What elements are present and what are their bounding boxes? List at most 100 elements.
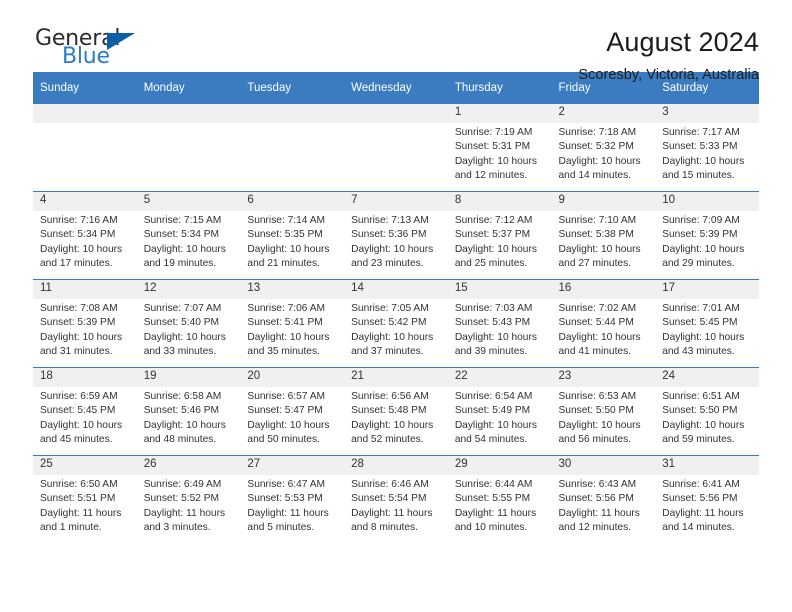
- calendar-day-cell[interactable]: 19 Sunrise: 6:58 AM Sunset: 5:46 PM Dayligh…: [136, 367, 241, 455]
- calendar-day-cell[interactable]: 14 Sunrise: 7:05 AM Sunset: 5:42 PM Dayligh…: [344, 279, 448, 367]
- day-detail-line: Daylight: 11 hours: [662, 507, 744, 519]
- calendar-day-cell[interactable]: 7 Sunrise: 7:13 AM Sunset: 5:36 PM Daylight…: [344, 191, 448, 279]
- calendar-day-cell[interactable]: 13 Sunrise: 7:06 AM Sunset: 5:41 PM Dayligh…: [240, 279, 345, 367]
- day-details: Sunrise: 7:12 AM Sunset: 5:37 PM Daylight:…: [448, 211, 552, 272]
- calendar-day-cell[interactable]: 11 Sunrise: 7:08 AM Sunset: 5:39 PM Dayligh…: [33, 279, 137, 367]
- day-details: Sunrise: 6:59 AM Sunset: 5:45 PM Daylight:…: [33, 387, 137, 448]
- day-details: Sunrise: 7:08 AM Sunset: 5:39 PM Daylight:…: [33, 299, 137, 360]
- day-detail-line: Daylight: 10 hours: [143, 243, 226, 255]
- calendar-week-row: 11 Sunrise: 7:08 AM Sunset: 5:39 PM Dayligh…: [33, 279, 759, 367]
- day-detail-line: Sunset: 5:50 PM: [662, 405, 738, 417]
- day-detail-line: and 39 minutes.: [454, 346, 528, 358]
- day-detail-line: Daylight: 10 hours: [454, 331, 537, 343]
- calendar-day-cell[interactable]: 10 Sunrise: 7:09 AM Sunset: 5:39 PM Dayligh…: [655, 191, 759, 279]
- day-detail-line: Sunrise: 6:58 AM: [143, 391, 222, 402]
- day-number: 23: [551, 368, 656, 387]
- day-detail-line: Sunset: 5:37 PM: [454, 229, 531, 241]
- day-detail-line: and 21 minutes.: [247, 258, 320, 270]
- day-detail-line: Daylight: 11 hours: [143, 507, 226, 519]
- day-detail-line: Daylight: 10 hours: [247, 419, 330, 431]
- calendar-day-cell[interactable]: 17 Sunrise: 7:01 AM Sunset: 5:45 PM Dayligh…: [655, 279, 759, 367]
- calendar-day-cell[interactable]: 5 Sunrise: 7:15 AM Sunset: 5:34 PM Daylight…: [136, 191, 241, 279]
- day-detail-line: Daylight: 10 hours: [662, 243, 745, 255]
- day-detail-line: Daylight: 10 hours: [558, 331, 641, 343]
- calendar-week-row: 25 Sunrise: 6:50 AM Sunset: 5:51 PM Dayligh…: [33, 455, 759, 543]
- calendar-day-cell[interactable]: 30 Sunrise: 6:43 AM Sunset: 5:56 PM Dayligh…: [551, 455, 656, 543]
- day-detail-line: Sunset: 5:36 PM: [351, 229, 427, 241]
- day-number: 9: [551, 192, 656, 211]
- calendar-day-cell[interactable]: 24 Sunrise: 6:51 AM Sunset: 5:50 PM Dayligh…: [655, 367, 759, 455]
- day-number: 10: [655, 192, 759, 211]
- day-detail-line: and 19 minutes.: [143, 258, 217, 270]
- day-detail-line: Sunrise: 7:08 AM: [40, 303, 118, 314]
- day-detail-line: Sunrise: 6:56 AM: [351, 391, 429, 402]
- calendar-week-row: 18 Sunrise: 6:59 AM Sunset: 5:45 PM Dayligh…: [33, 367, 759, 455]
- day-detail-line: Daylight: 10 hours: [454, 419, 537, 431]
- calendar-week-row: 1 Sunrise: 7:19 AM Sunset: 5:31 PM Daylight…: [33, 103, 759, 191]
- day-detail-line: Daylight: 11 hours: [558, 507, 640, 519]
- calendar-day-cell[interactable]: 31 Sunrise: 6:41 AM Sunset: 5:56 PM Dayligh…: [655, 455, 759, 543]
- day-details: Sunrise: 6:46 AM Sunset: 5:54 PM Daylight:…: [344, 475, 448, 536]
- day-detail-line: Sunrise: 6:59 AM: [40, 391, 118, 402]
- weekday-header-monday: Monday: [136, 72, 241, 103]
- calendar-day-cell[interactable]: 26 Sunrise: 6:49 AM Sunset: 5:52 PM Dayligh…: [136, 455, 241, 543]
- day-detail-line: Daylight: 10 hours: [247, 331, 330, 343]
- page-header: General Blue August 2024 Scoresby, Victo…: [33, 0, 759, 84]
- day-detail-line: Sunset: 5:39 PM: [40, 317, 116, 329]
- day-detail-line: and 35 minutes.: [247, 346, 320, 358]
- day-details: Sunrise: 7:16 AM Sunset: 5:34 PM Daylight:…: [33, 211, 137, 272]
- day-number: 19: [136, 368, 241, 387]
- day-number: 26: [136, 456, 241, 475]
- calendar-day-cell[interactable]: 6 Sunrise: 7:14 AM Sunset: 5:35 PM Daylight…: [240, 191, 345, 279]
- day-details: Sunrise: 6:51 AM Sunset: 5:50 PM Daylight:…: [655, 387, 759, 448]
- calendar-day-cell[interactable]: 25 Sunrise: 6:50 AM Sunset: 5:51 PM Dayligh…: [33, 455, 137, 543]
- calendar-day-cell[interactable]: 12 Sunrise: 7:07 AM Sunset: 5:40 PM Dayligh…: [136, 279, 241, 367]
- day-detail-line: and 56 minutes.: [558, 434, 632, 446]
- title-block: August 2024 Scoresby, Victoria, Australi…: [578, 28, 759, 84]
- calendar-day-cell[interactable]: 28 Sunrise: 6:46 AM Sunset: 5:54 PM Dayligh…: [344, 455, 448, 543]
- day-detail-line: and 41 minutes.: [558, 346, 632, 358]
- day-detail-line: Sunrise: 6:49 AM: [143, 479, 222, 490]
- day-detail-line: and 3 minutes.: [143, 522, 211, 534]
- calendar-day-cell[interactable]: 15 Sunrise: 7:03 AM Sunset: 5:43 PM Dayligh…: [447, 279, 552, 367]
- day-detail-line: Daylight: 10 hours: [351, 331, 434, 343]
- calendar-day-cell[interactable]: 18 Sunrise: 6:59 AM Sunset: 5:45 PM Dayligh…: [33, 367, 137, 455]
- calendar-day-cell[interactable]: 1 Sunrise: 7:19 AM Sunset: 5:31 PM Daylight…: [447, 103, 552, 191]
- day-number: 13: [240, 280, 345, 299]
- day-detail-line: and 27 minutes.: [558, 258, 632, 270]
- day-number: 30: [551, 456, 656, 475]
- calendar-day-cell[interactable]: 27 Sunrise: 6:47 AM Sunset: 5:53 PM Dayligh…: [240, 455, 345, 543]
- day-details: Sunrise: 7:03 AM Sunset: 5:43 PM Daylight:…: [448, 299, 552, 360]
- day-detail-line: Sunset: 5:50 PM: [558, 405, 634, 417]
- calendar-day-cell[interactable]: 21 Sunrise: 6:56 AM Sunset: 5:48 PM Dayligh…: [344, 367, 448, 455]
- page-subtitle: Scoresby, Victoria, Australia: [578, 67, 759, 84]
- day-detail-line: and 59 minutes.: [662, 434, 735, 446]
- calendar-day-cell[interactable]: 8 Sunrise: 7:12 AM Sunset: 5:37 PM Daylight…: [447, 191, 552, 279]
- day-detail-line: Sunset: 5:42 PM: [351, 317, 427, 329]
- day-detail-line: Sunset: 5:38 PM: [558, 229, 634, 241]
- calendar-day-cell[interactable]: 16 Sunrise: 7:02 AM Sunset: 5:44 PM Dayligh…: [551, 279, 656, 367]
- day-detail-line: Sunset: 5:40 PM: [143, 317, 220, 329]
- weekday-header-thursday: Thursday: [447, 72, 552, 103]
- day-detail-line: Sunrise: 7:19 AM: [454, 127, 533, 138]
- calendar-day-cell[interactable]: 2 Sunrise: 7:18 AM Sunset: 5:32 PM Daylight…: [551, 103, 656, 191]
- day-detail-line: and 17 minutes.: [40, 258, 113, 270]
- calendar-day-cell[interactable]: 20 Sunrise: 6:57 AM Sunset: 5:47 PM Dayligh…: [240, 367, 345, 455]
- calendar-day-cell[interactable]: 9 Sunrise: 7:10 AM Sunset: 5:38 PM Daylight…: [551, 191, 656, 279]
- day-detail-line: Daylight: 10 hours: [247, 243, 330, 255]
- day-detail-line: Sunrise: 7:02 AM: [558, 303, 637, 314]
- day-detail-line: Sunset: 5:45 PM: [662, 317, 738, 329]
- day-number: 8: [447, 192, 552, 211]
- day-number: 29: [447, 456, 552, 475]
- day-number: 22: [447, 368, 552, 387]
- calendar-day-cell[interactable]: 3 Sunrise: 7:17 AM Sunset: 5:33 PM Daylight…: [655, 103, 759, 191]
- day-detail-line: Sunrise: 7:05 AM: [351, 303, 429, 314]
- day-detail-line: Sunrise: 7:13 AM: [351, 215, 429, 226]
- calendar-day-cell[interactable]: 29 Sunrise: 6:44 AM Sunset: 5:55 PM Dayligh…: [447, 455, 552, 543]
- calendar-day-cell[interactable]: 22 Sunrise: 6:54 AM Sunset: 5:49 PM Dayligh…: [447, 367, 552, 455]
- general-blue-logo[interactable]: General Blue: [33, 28, 163, 74]
- day-detail-line: Sunset: 5:32 PM: [558, 141, 634, 153]
- calendar-day-cell[interactable]: 4 Sunrise: 7:16 AM Sunset: 5:34 PM Daylight…: [33, 191, 137, 279]
- day-detail-line: Daylight: 10 hours: [662, 331, 745, 343]
- calendar-day-cell[interactable]: 23 Sunrise: 6:53 AM Sunset: 5:50 PM Dayligh…: [551, 367, 656, 455]
